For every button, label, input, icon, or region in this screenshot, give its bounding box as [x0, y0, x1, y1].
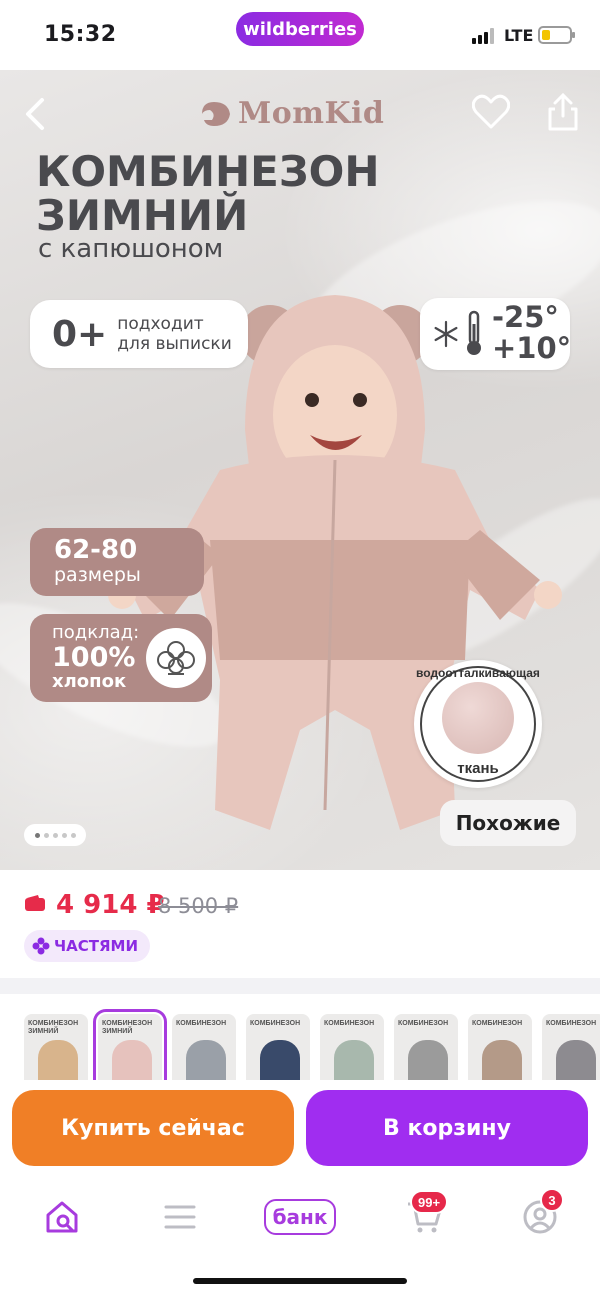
- thumb-title: КОМБИНЕЗОН: [398, 1020, 449, 1027]
- carousel-dot[interactable]: [70, 832, 76, 838]
- section-divider: [0, 978, 600, 994]
- bank-icon: банк: [264, 1199, 336, 1235]
- sizes-badge: 62-80 размеры: [30, 528, 204, 596]
- sizes-value: 62-80: [54, 535, 138, 565]
- age-badge: 0+ подходит для выписки: [30, 300, 248, 368]
- sizes-label: размеры: [54, 564, 141, 586]
- product-image-carousel[interactable]: MomKid КОМБИНЕЗОН ЗИМНИЙ с капюшоном 0+ …: [0, 70, 600, 870]
- wallet-icon: [25, 895, 45, 911]
- heart-icon[interactable]: [472, 94, 510, 130]
- installments-icon: [32, 937, 50, 955]
- nav-bank[interactable]: банк: [264, 1194, 336, 1240]
- installments-badge[interactable]: ЧАСТЯМИ: [24, 930, 151, 962]
- brand-logo: MomKid: [198, 96, 384, 131]
- temperature-max: -25°: [492, 300, 559, 334]
- thumb-title: КОМБИНЕЗОН ЗИМНИЙ: [28, 1020, 79, 1035]
- thumb-title: КОМБИНЕЗОН: [546, 1020, 597, 1027]
- hero-title-line2: ЗИМНИЙ: [36, 191, 249, 240]
- carousel-dot[interactable]: [61, 832, 67, 838]
- cart-badge: 99+: [410, 1190, 449, 1214]
- brand-logo-mark-icon: [202, 101, 230, 126]
- temperature-min: +10°: [492, 331, 572, 365]
- action-bar: Купить сейчас В корзину: [0, 1080, 600, 1180]
- age-text-line1: подходит: [117, 314, 204, 334]
- age-text-line2: для выписки: [117, 334, 232, 354]
- temperature-range: -25° +10°: [492, 302, 571, 364]
- thumb-title: КОМБИНЕЗОН ЗИМНИЙ: [102, 1020, 153, 1035]
- nav-home[interactable]: [32, 1194, 92, 1240]
- back-arrow-icon[interactable]: [20, 96, 52, 132]
- status-time: 15:32: [44, 22, 117, 47]
- buy-now-button[interactable]: Купить сейчас: [12, 1090, 294, 1166]
- home-search-icon: [46, 1201, 78, 1233]
- snowflake-icon: [434, 320, 458, 348]
- status-bar: 15:32 wildberries LTE: [0, 0, 600, 70]
- waterproof-badge: водоотталкивающая ткань: [414, 660, 542, 788]
- temperature-badge: -25° +10°: [420, 298, 571, 370]
- signal-icon: [472, 28, 494, 44]
- carousel-pagination: [24, 824, 86, 846]
- age-value: 0+: [52, 313, 108, 355]
- brand-logo-text: MomKid: [238, 96, 385, 131]
- battery-icon: [538, 26, 575, 44]
- network-label: LTE: [504, 26, 534, 45]
- thumb-title: КОМБИНЕЗОН: [250, 1020, 301, 1027]
- waterproof-top-text: водоотталкивающая: [416, 666, 540, 680]
- carousel-dot[interactable]: [43, 832, 49, 838]
- thumb-title: КОМБИНЕЗОН: [324, 1020, 375, 1027]
- nav-cart[interactable]: 99+: [394, 1190, 454, 1240]
- hero-title: КОМБИНЕЗОН ЗИМНИЙ: [36, 150, 380, 238]
- carousel-dot[interactable]: [34, 832, 40, 838]
- thumb-title: КОМБИНЕЗОН: [176, 1020, 227, 1027]
- share-icon[interactable]: [546, 92, 580, 132]
- installments-label: ЧАСТЯМИ: [54, 937, 139, 955]
- nav-catalog[interactable]: [150, 1194, 210, 1240]
- cotton-icon: [146, 628, 206, 688]
- current-price: 4 914 ₽: [56, 890, 165, 920]
- old-price: 8 500 ₽: [158, 894, 239, 918]
- profile-badge: 3: [540, 1188, 564, 1212]
- app-name-badge[interactable]: wildberries: [236, 12, 364, 46]
- price-card: 4 914 ₽ 8 500 ₽ ЧАСТЯМИ: [0, 870, 600, 978]
- home-indicator: [193, 1278, 407, 1284]
- age-text: подходит для выписки: [117, 314, 232, 354]
- thumb-title: КОМБИНЕЗОН: [472, 1020, 523, 1027]
- nav-profile[interactable]: 3: [510, 1188, 570, 1240]
- carousel-dot[interactable]: [52, 832, 58, 838]
- waterproof-bottom-text: ткань: [457, 760, 499, 777]
- hero-subtitle: с капюшоном: [38, 234, 224, 264]
- color-variants: КОМБИНЕЗОН ЗИМНИЙ КОМБИНЕЗОН ЗИМНИЙ КОМБИН…: [0, 994, 600, 1105]
- menu-icon: [164, 1205, 196, 1229]
- hero-title-line1: КОМБИНЕЗОН: [36, 147, 380, 196]
- thermometer-icon: [467, 310, 481, 355]
- similar-button[interactable]: Похожие: [440, 800, 576, 846]
- add-to-cart-button[interactable]: В корзину: [306, 1090, 588, 1166]
